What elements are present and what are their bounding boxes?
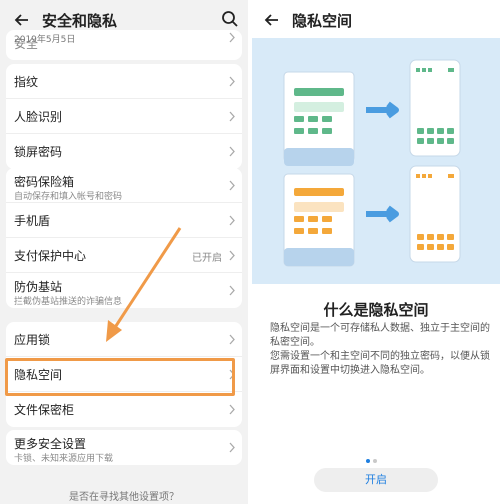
intro-heading: 什么是隐私空间: [323, 301, 429, 319]
page-dot-active: [366, 459, 370, 463]
card-privacy: 应用锁 隐私空间 文件保密柜: [6, 322, 242, 427]
card-more: 更多安全设置 卡锁、未知来源应用下载: [6, 430, 242, 465]
back-arrow-icon[interactable]: [262, 10, 282, 30]
chevron-right-icon: [229, 404, 235, 415]
security-privacy-screen: 安全和隐私 安全 2019年5月5日 指纹 人脸识别 锁屏密码 密码保险箱 自动…: [0, 0, 248, 504]
private-space-phone-illustration: [409, 165, 461, 263]
page-title: 隐私空间: [292, 12, 353, 30]
list-item-password-vault[interactable]: 密码保险箱 自动保存和填入帐号和密码: [6, 168, 242, 203]
intro-description: 隐私空间是一个可存储私人数据、独立于主空间的私密空间。 您需设置一个和主空间不同…: [270, 322, 492, 378]
status-label: 已开启: [192, 253, 222, 264]
list-item-app-lock[interactable]: 应用锁: [6, 322, 242, 357]
list-item-fingerprint[interactable]: 指纹: [6, 64, 242, 99]
list-item-face-recognition[interactable]: 人脸识别: [6, 99, 242, 134]
private-space-screen: 隐私空间 什么是隐私空间 隐私空间是一个可存储私人数据、独立于主空间的私密空间。…: [252, 0, 500, 504]
enable-button[interactable]: 开启: [314, 468, 438, 492]
main-space-list-illustration: [283, 71, 355, 166]
list-item[interactable]: 安全 2019年5月5日: [6, 30, 242, 60]
card-protection: 密码保险箱 自动保存和填入帐号和密码 手机盾 支付保护中心 已开启 防伪基站 拦…: [6, 168, 242, 308]
list-item-payment-protection[interactable]: 支付保护中心 已开启: [6, 238, 242, 273]
list-item-fake-base-station[interactable]: 防伪基站 拦截伪基站推送的诈骗信息: [6, 273, 242, 308]
chevron-right-icon: [229, 76, 235, 87]
list-item-file-safe[interactable]: 文件保密柜: [6, 392, 242, 427]
chevron-right-icon: [229, 250, 235, 261]
private-space-list-illustration: [283, 173, 355, 267]
list-item-private-space[interactable]: 隐私空间: [6, 357, 242, 392]
page-dot: [373, 459, 377, 463]
right-header: 隐私空间: [252, 0, 500, 40]
search-hint[interactable]: 是否在寻找其他设置项？: [0, 488, 248, 503]
main-space-phone-illustration: [409, 59, 461, 157]
chevron-right-icon: [229, 334, 235, 345]
chevron-right-icon: [229, 111, 235, 122]
private-space-illustration: [252, 38, 500, 284]
chevron-right-icon: [229, 215, 235, 226]
chevron-right-icon: [229, 442, 235, 453]
card-biometrics: 指纹 人脸识别 锁屏密码: [6, 64, 242, 169]
chevron-right-icon: [229, 146, 235, 157]
chevron-right-icon: [229, 285, 235, 296]
arrow-right-icon: [366, 101, 399, 119]
back-arrow-icon[interactable]: [12, 10, 32, 30]
list-item-more-security-settings[interactable]: 更多安全设置 卡锁、未知来源应用下载: [6, 430, 242, 465]
chevron-right-icon: [229, 369, 235, 380]
intro-paragraph-1: 隐私空间是一个可存储私人数据、独立于主空间的私密空间。: [270, 323, 490, 348]
list-item-lock-screen-password[interactable]: 锁屏密码: [6, 134, 242, 169]
card-scrolled: 安全 2019年5月5日: [6, 30, 242, 60]
page-indicator: [366, 448, 380, 467]
chevron-right-icon: [229, 180, 235, 191]
search-icon[interactable]: [220, 9, 240, 29]
arrow-right-icon: [366, 205, 399, 223]
intro-paragraph-2: 您需设置一个和主空间不同的独立密码，以便从锁屏界面和设置中切换进入隐私空间。: [270, 351, 490, 376]
page-title: 安全和隐私: [42, 12, 118, 30]
chevron-right-icon: [229, 32, 235, 43]
list-item-phone-shield[interactable]: 手机盾: [6, 203, 242, 238]
